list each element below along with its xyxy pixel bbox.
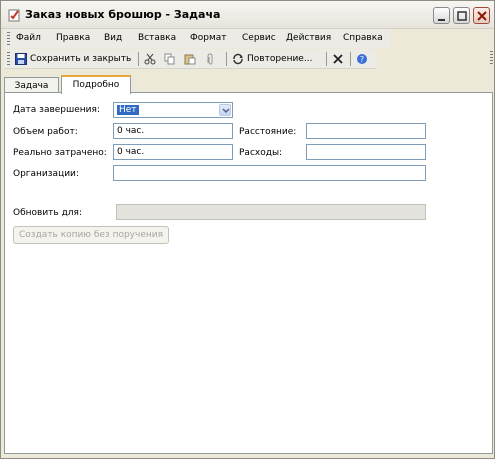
tab-task[interactable]: Задача [4, 77, 59, 93]
menu-bar: Файл Правка Вид Вставка Формат Сервис Де… [4, 29, 390, 48]
tab-details[interactable]: Подробно [61, 75, 131, 94]
menu-insert[interactable]: Вставка [138, 33, 176, 43]
details-panel: Дата завершения: Нет Объем работ: 0 час.… [4, 92, 493, 454]
toolbar-separator [138, 52, 139, 66]
create-unassigned-copy-button[interactable]: Создать копию без поручения [13, 226, 169, 244]
window-title: Заказ новых брошюр - Задача [25, 8, 221, 21]
minimize-button[interactable] [433, 7, 450, 24]
chevron-down-icon[interactable] [219, 104, 231, 116]
close-icon [477, 11, 487, 21]
companies-label: Организации: [13, 169, 79, 179]
distance-field[interactable] [306, 123, 426, 139]
standard-toolbar: Сохранить и закрыть Повторение... ? [4, 49, 376, 69]
recurrence-icon [233, 53, 243, 65]
toolbar-grip[interactable] [7, 52, 10, 65]
menu-format[interactable]: Формат [190, 33, 227, 43]
due-date-select[interactable]: Нет [113, 102, 233, 118]
task-window: Заказ новых брошюр - Задача Файл Правка … [0, 0, 495, 459]
toolbar-separator [326, 52, 327, 66]
work-label: Объем работ: [13, 127, 78, 137]
recurrence-button[interactable]: Повторение... [232, 51, 312, 67]
copy-button[interactable] [164, 51, 179, 67]
menu-view[interactable]: Вид [104, 33, 122, 43]
toolbar-overflow-grip[interactable] [490, 51, 493, 66]
actual-work-label: Реально затрачено: [13, 148, 107, 158]
expenses-label: Расходы: [239, 148, 283, 158]
recurrence-label: Повторение... [247, 54, 313, 64]
close-button[interactable] [473, 7, 490, 24]
help-icon: ? [357, 54, 367, 64]
maximize-icon [457, 11, 467, 21]
svg-text:?: ? [360, 55, 364, 64]
delete-button[interactable] [332, 51, 347, 67]
paste-button[interactable] [184, 51, 199, 67]
work-field[interactable]: 0 час. [113, 123, 233, 139]
toolbar-separator [350, 52, 351, 66]
save-close-button[interactable]: Сохранить и закрыть [15, 51, 131, 67]
paperclip-icon [207, 53, 213, 65]
due-date-label: Дата завершения: [13, 105, 100, 115]
menubar-grip[interactable] [7, 32, 10, 45]
minimize-icon [438, 19, 445, 21]
menu-actions[interactable]: Действия [286, 33, 331, 43]
update-list-label: Обновить для: [13, 208, 83, 218]
task-app-icon [8, 9, 20, 22]
menu-help[interactable]: Справка [343, 33, 383, 43]
save-icon [15, 53, 27, 65]
maximize-button[interactable] [453, 7, 470, 24]
save-close-label: Сохранить и закрыть [30, 54, 132, 64]
expenses-field[interactable] [306, 144, 426, 160]
toolbar-separator [226, 52, 227, 66]
paste-icon [184, 54, 196, 65]
menu-edit[interactable]: Правка [56, 33, 90, 43]
update-list-field [116, 204, 426, 220]
delete-x-icon [333, 54, 343, 64]
cut-button[interactable] [144, 51, 159, 67]
distance-label: Расстояние: [239, 127, 297, 137]
actual-work-field[interactable]: 0 час. [113, 144, 233, 160]
scissors-icon [144, 53, 156, 65]
copy-icon [164, 53, 175, 65]
companies-field[interactable] [113, 165, 426, 181]
attach-button[interactable] [204, 51, 219, 67]
title-bar: Заказ новых брошюр - Задача [1, 1, 494, 29]
menu-file[interactable]: Файл [16, 33, 41, 43]
tab-strip: Задача Подробно [4, 73, 493, 94]
help-button[interactable]: ? [356, 51, 371, 67]
due-date-value: Нет [117, 105, 139, 115]
menu-tools[interactable]: Сервис [242, 33, 276, 43]
